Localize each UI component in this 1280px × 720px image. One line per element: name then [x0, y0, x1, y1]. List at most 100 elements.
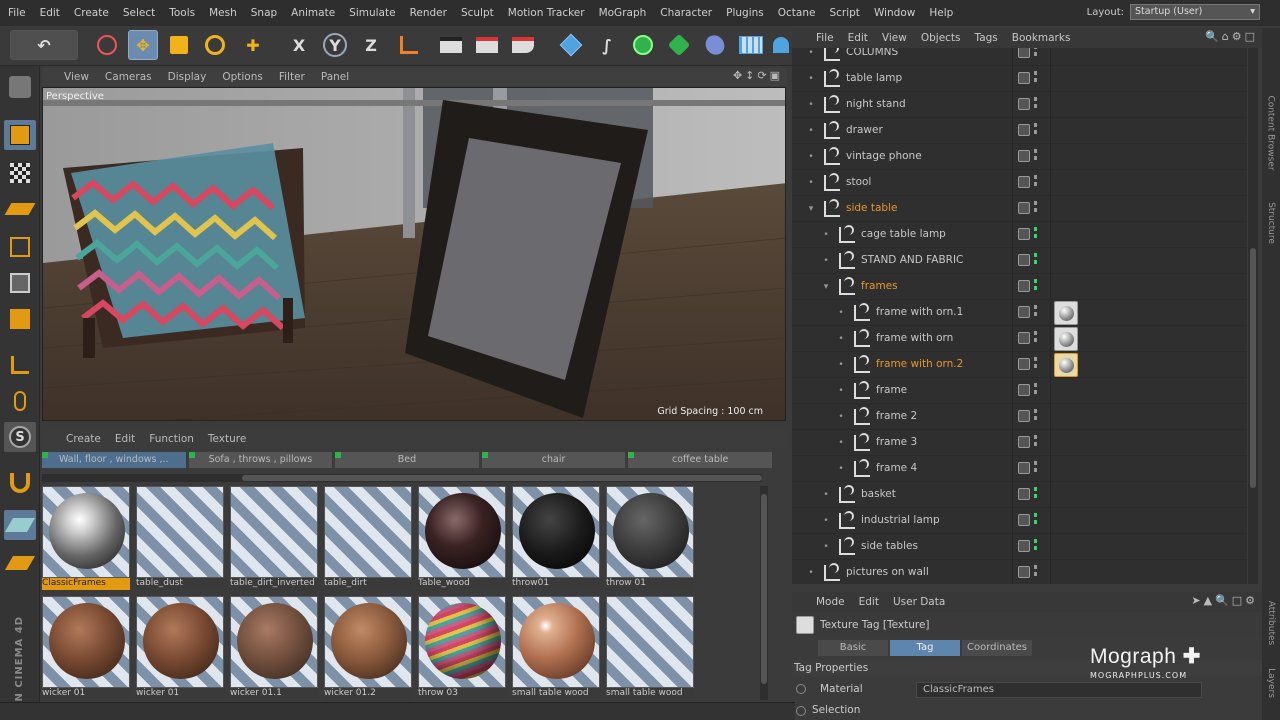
editor-render-dots[interactable]: [1034, 71, 1038, 87]
material-menu-create[interactable]: Create: [66, 433, 101, 445]
material-layer-tab[interactable]: Sofa , throws , pillows: [188, 452, 333, 468]
attribute-tab-basic[interactable]: Basic: [818, 640, 888, 656]
visibility-toggle[interactable]: [1018, 176, 1030, 188]
polygons-mode-button[interactable]: [4, 304, 36, 334]
menu-item-sculpt[interactable]: Sculpt: [461, 7, 494, 19]
editor-render-dots[interactable]: [1034, 48, 1038, 61]
menu-item-select[interactable]: Select: [123, 7, 155, 19]
visibility-toggle[interactable]: [1018, 124, 1030, 136]
make-editable-button[interactable]: [4, 72, 36, 102]
menu-item-tools[interactable]: Tools: [169, 7, 195, 19]
editor-render-dots[interactable]: [1034, 513, 1038, 529]
object-row[interactable]: • frame with orn.2: [792, 352, 1247, 378]
coordinate-system-button[interactable]: [394, 30, 424, 60]
attribute-nav-icons[interactable]: ➤▲🔍□⚙: [1191, 594, 1258, 607]
rotate-tool-button[interactable]: [200, 30, 230, 60]
object-row[interactable]: • STAND AND FABRIC: [792, 248, 1247, 274]
material-swatch[interactable]: small table wood: [512, 596, 602, 702]
editor-render-dots[interactable]: [1034, 123, 1038, 139]
expand-toggle-icon[interactable]: •: [836, 360, 846, 370]
material-swatch[interactable]: throw 03: [418, 596, 508, 702]
scrollbar-thumb[interactable]: [761, 494, 767, 684]
visibility-toggle[interactable]: [1018, 566, 1030, 578]
visibility-toggle[interactable]: [1018, 98, 1030, 110]
material-menu-edit[interactable]: Edit: [115, 433, 135, 445]
expand-toggle-icon[interactable]: •: [836, 464, 846, 474]
structure-tab[interactable]: Structure: [1262, 188, 1280, 258]
visibility-toggle[interactable]: [1018, 72, 1030, 84]
material-swatch[interactable]: wicker 01.2: [324, 596, 414, 702]
material-radio[interactable]: [796, 684, 806, 694]
object-name[interactable]: pictures on wall: [846, 566, 929, 578]
menu-item-script[interactable]: Script: [829, 7, 859, 19]
visibility-toggle[interactable]: [1018, 202, 1030, 214]
editor-render-dots[interactable]: [1034, 227, 1038, 243]
tweak-mode-button[interactable]: [4, 386, 36, 416]
viewport-menu-filter[interactable]: Filter: [279, 71, 305, 83]
editor-render-dots[interactable]: [1034, 487, 1038, 503]
expand-toggle-icon[interactable]: •: [806, 152, 816, 162]
object-name[interactable]: drawer: [846, 124, 883, 136]
menu-item-render[interactable]: Render: [410, 7, 447, 19]
texture-tag-icon[interactable]: [1054, 301, 1078, 325]
snapping-button[interactable]: S: [4, 422, 36, 452]
object-name[interactable]: table lamp: [846, 72, 902, 84]
visibility-toggle[interactable]: [1018, 306, 1030, 318]
floor-object-button[interactable]: [736, 30, 766, 60]
object-row[interactable]: • stool: [792, 170, 1247, 196]
object-menu-bookmarks[interactable]: Bookmarks: [1012, 32, 1071, 44]
visibility-toggle[interactable]: [1018, 358, 1030, 370]
editor-render-dots[interactable]: [1034, 383, 1038, 399]
object-row[interactable]: • frame 2: [792, 404, 1247, 430]
object-name[interactable]: frame 4: [876, 462, 917, 474]
layer-lock-button[interactable]: [4, 510, 36, 540]
object-row[interactable]: • night stand: [792, 92, 1247, 118]
material-menu-function[interactable]: Function: [149, 433, 194, 445]
material-swatch[interactable]: table_dirt: [324, 486, 414, 592]
object-name[interactable]: frame with orn.1: [876, 306, 963, 318]
sky-object-button[interactable]: [770, 30, 792, 60]
scrollbar-thumb[interactable]: [1250, 248, 1256, 488]
visibility-toggle[interactable]: [1018, 488, 1030, 500]
edges-mode-button[interactable]: [4, 268, 36, 298]
object-name[interactable]: frame 3: [876, 436, 917, 448]
object-name[interactable]: STAND AND FABRIC: [861, 254, 963, 266]
menu-item-mograph[interactable]: MoGraph: [599, 7, 647, 19]
render-settings-button[interactable]: [508, 30, 538, 60]
expand-toggle-icon[interactable]: ▾: [806, 204, 816, 214]
object-row[interactable]: • basket: [792, 482, 1247, 508]
object-row[interactable]: • frame 4: [792, 456, 1247, 482]
object-tree-scrollbar[interactable]: [1248, 48, 1258, 584]
object-row[interactable]: ▾ side table: [792, 196, 1247, 222]
viewport-menu-cameras[interactable]: Cameras: [105, 71, 152, 83]
cube-object-button[interactable]: [556, 30, 586, 60]
points-mode-button[interactable]: [4, 232, 36, 262]
visibility-toggle[interactable]: [1018, 254, 1030, 266]
attribute-tab-coordinates[interactable]: Coordinates: [962, 640, 1032, 656]
material-swatch[interactable]: throw 01: [606, 486, 696, 592]
editor-render-dots[interactable]: [1034, 201, 1038, 217]
menu-item-motion-tracker[interactable]: Motion Tracker: [508, 7, 585, 19]
material-swatch[interactable]: table_dirt_inverted: [230, 486, 320, 592]
visibility-toggle[interactable]: [1018, 228, 1030, 240]
editor-render-dots[interactable]: [1034, 461, 1038, 477]
visibility-toggle[interactable]: [1018, 332, 1030, 344]
attribute-menu-edit[interactable]: Edit: [859, 596, 879, 608]
expand-toggle-icon[interactable]: •: [821, 516, 831, 526]
editor-render-dots[interactable]: [1034, 175, 1038, 191]
expand-toggle-icon[interactable]: •: [836, 386, 846, 396]
material-menu-texture[interactable]: Texture: [208, 433, 246, 445]
model-mode-button[interactable]: [4, 120, 36, 150]
texture-tag-icon[interactable]: [1054, 353, 1078, 377]
material-layer-tab[interactable]: Bed: [335, 452, 479, 468]
attribute-menu-user-data[interactable]: User Data: [893, 596, 945, 608]
scrollbar-thumb[interactable]: [242, 475, 762, 481]
spline-button[interactable]: ∫: [592, 30, 622, 60]
object-name[interactable]: frame 2: [876, 410, 917, 422]
expand-toggle-icon[interactable]: •: [836, 412, 846, 422]
x-axis-button[interactable]: X: [284, 30, 314, 60]
material-swatch[interactable]: ClassicFrames: [42, 486, 132, 592]
editor-render-dots[interactable]: [1034, 305, 1038, 321]
material-horizontal-scrollbar[interactable]: [42, 474, 762, 482]
object-name[interactable]: industrial lamp: [861, 514, 940, 526]
